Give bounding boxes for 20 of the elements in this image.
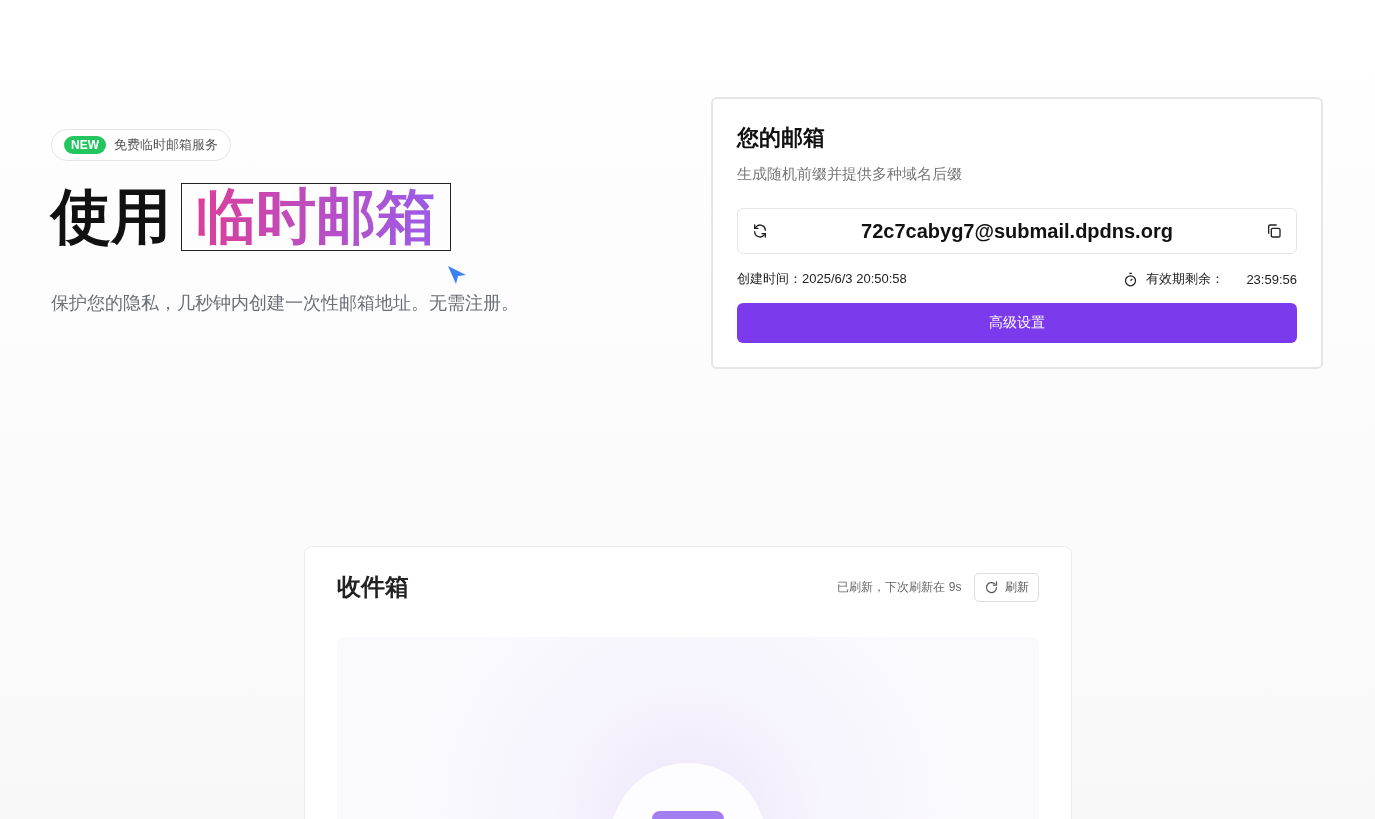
refresh-status: 已刷新，下次刷新在 9s: [837, 578, 962, 596]
new-tag: NEW: [64, 136, 106, 154]
cursor-icon: [447, 265, 467, 285]
remaining-time: 23:59:56: [1246, 271, 1297, 287]
advanced-settings-button[interactable]: 高级设置: [737, 303, 1297, 343]
card-title: 您的邮箱: [737, 124, 826, 152]
subtitle: 保护您的隐私，几秒钟内创建一次性邮箱地址。无需注册。: [51, 292, 519, 315]
refresh-icon[interactable]: [752, 223, 768, 239]
card-subtitle: 生成随机前缀并提供多种域名后缀: [737, 165, 963, 184]
badge-text: 免费临时邮箱服务: [114, 136, 218, 154]
headline-highlight: 临时邮箱: [181, 183, 451, 251]
created-time-text: 创建时间：2025/6/3 20:50:58: [737, 270, 907, 288]
copy-icon[interactable]: [1266, 223, 1282, 239]
email-address-field[interactable]: 72c7cabyg7@submail.dpdns.org: [737, 208, 1297, 254]
remaining-label: 有效期剩余：: [1146, 270, 1225, 288]
headline-text: 使用: [51, 184, 171, 250]
refresh-button[interactable]: 刷新: [973, 572, 1039, 602]
stopwatch-icon: [1123, 271, 1139, 287]
inbox-title: 收件箱: [336, 572, 409, 602]
refresh-icon: [983, 579, 999, 595]
